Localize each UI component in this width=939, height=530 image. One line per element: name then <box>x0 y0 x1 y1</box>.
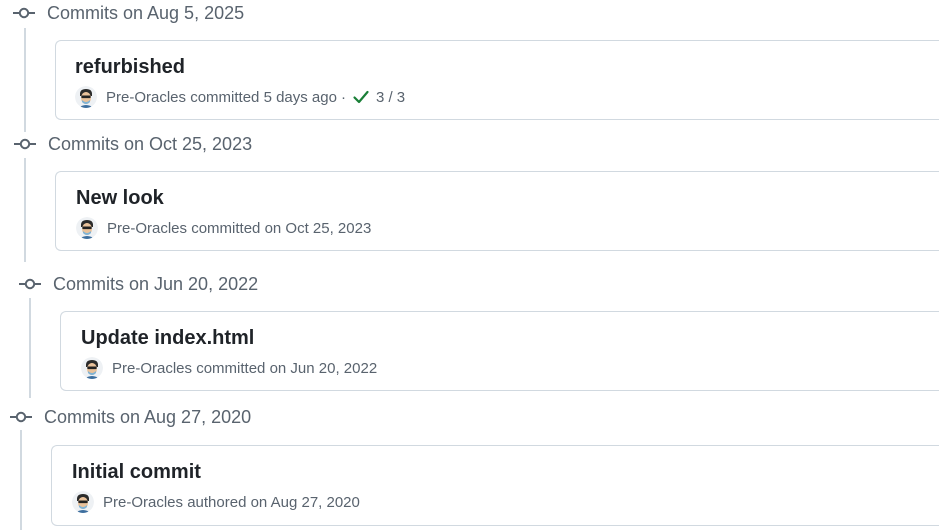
user-avatar[interactable] <box>81 357 103 379</box>
timeline-line <box>29 298 31 398</box>
commit-title-link[interactable]: New look <box>76 187 164 210</box>
commit-card: New look Pre-Oracles committed on Oct 25… <box>55 171 939 251</box>
commit-time: on Oct 25, 2023 <box>264 219 372 237</box>
commit-card: Initial commit Pre-Oracles authored on A… <box>51 445 939 526</box>
author-link[interactable]: Pre-Oracles <box>112 360 192 377</box>
commit-title-link[interactable]: Initial commit <box>72 461 201 484</box>
commit-action: committed <box>191 219 261 237</box>
user-avatar[interactable] <box>72 491 94 513</box>
group-date-title: Commits on Jun 20, 2022 <box>53 273 259 294</box>
git-commit-icon <box>13 6 35 20</box>
check-icon[interactable] <box>352 88 370 106</box>
checks-status[interactable]: 3 / 3 <box>376 89 405 106</box>
author-link[interactable]: Pre-Oracles <box>107 220 187 237</box>
commit-title-link[interactable]: Update index.html <box>81 327 254 350</box>
commit-meta: Pre-Oracles authored on Aug 27, 2020 <box>72 491 360 513</box>
commit-title-link[interactable]: refurbished <box>75 56 185 79</box>
git-commit-icon <box>10 410 32 424</box>
git-commit-icon <box>19 277 41 291</box>
commit-group-header: Commits on Oct 25, 2023 <box>14 132 252 156</box>
meta-separator: · <box>340 88 346 106</box>
group-date-title: Commits on Aug 27, 2020 <box>44 406 252 427</box>
commit-meta: Pre-Oracles committed on Oct 25, 2023 <box>76 217 371 239</box>
timeline-line <box>24 158 26 262</box>
user-avatar[interactable] <box>76 217 98 239</box>
commit-card: Update index.html Pre-Oracles committed … <box>60 311 939 391</box>
commit-time: 5 days ago <box>263 88 337 106</box>
commit-card: refurbished Pre-Oracles committed 5 days… <box>55 40 939 120</box>
git-commit-icon <box>14 137 36 151</box>
commit-group-header: Commits on Aug 5, 2025 <box>13 1 244 25</box>
group-date-title: Commits on Oct 25, 2023 <box>48 133 253 154</box>
author-link[interactable]: Pre-Oracles <box>106 89 186 106</box>
user-avatar[interactable] <box>75 86 97 108</box>
commit-action: committed <box>190 88 260 106</box>
commit-group-header: Commits on Jun 20, 2022 <box>19 272 258 296</box>
author-link[interactable]: Pre-Oracles <box>103 494 183 511</box>
timeline-line <box>24 28 26 132</box>
commit-action: committed <box>196 359 266 377</box>
group-date-title: Commits on Aug 5, 2025 <box>47 2 245 23</box>
commit-meta: Pre-Oracles committed on Jun 20, 2022 <box>81 357 377 379</box>
commit-action: authored <box>187 493 247 511</box>
commit-time: on Aug 27, 2020 <box>250 493 360 511</box>
timeline-line <box>20 430 22 530</box>
commit-time: on Jun 20, 2022 <box>269 359 378 377</box>
commit-meta: Pre-Oracles committed 5 days ago · 3 / 3 <box>75 86 405 108</box>
commit-group-header: Commits on Aug 27, 2020 <box>10 405 251 429</box>
